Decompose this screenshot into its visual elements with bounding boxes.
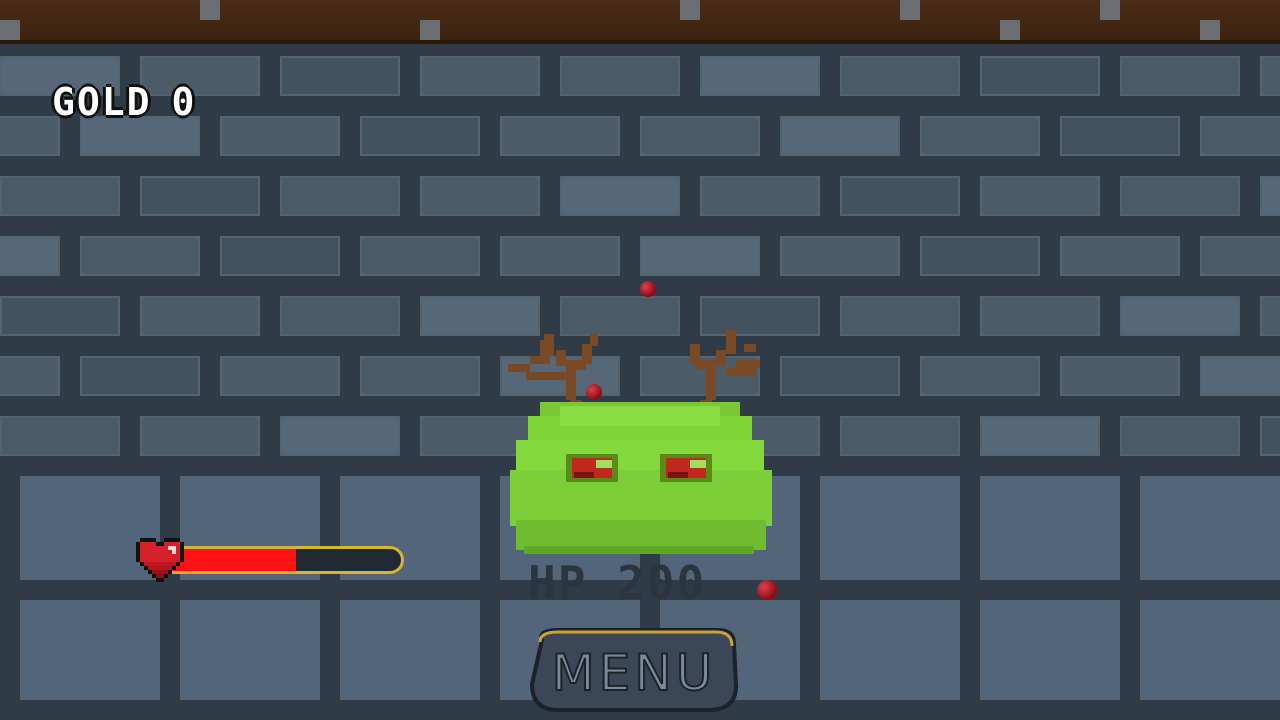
wall-brick: [80, 356, 200, 396]
wall-brick: [500, 116, 620, 156]
wall-brick: [420, 176, 540, 216]
wall-brick: [840, 296, 960, 336]
wall-brick: [140, 176, 260, 216]
gold-label: GOLD: [52, 80, 152, 124]
wooden-ceiling: [0, 0, 1280, 44]
wall-brick: [1120, 176, 1240, 216]
wall-brick: [780, 236, 900, 276]
wall-brick: [1260, 56, 1280, 96]
wall-stone: [980, 480, 1120, 580]
wall-brick: [0, 416, 120, 456]
wall-brick: [220, 116, 340, 156]
wall-brick: [700, 56, 820, 96]
wall-brick: [980, 296, 1100, 336]
wall-stone: [820, 600, 960, 700]
wall-brick: [280, 56, 400, 96]
wall-brick: [0, 176, 120, 216]
wall-brick: [360, 356, 480, 396]
antlered-slime-enemy[interactable]: [500, 320, 780, 570]
gold-counter: GOLD 0: [52, 82, 196, 122]
wall-brick: [1200, 116, 1280, 156]
wall-stone: [980, 600, 1120, 700]
wall-brick: [220, 236, 340, 276]
wall-brick: [1260, 416, 1280, 456]
game-scene: GOLD 0 HP 200 MENU: [0, 0, 1280, 720]
wall-stone: [820, 480, 960, 580]
wall-brick: [220, 356, 340, 396]
wall-brick: [280, 176, 400, 216]
wall-brick: [1060, 236, 1180, 276]
wall-brick: [360, 116, 480, 156]
wall-brick: [1260, 296, 1280, 336]
wall-brick: [980, 416, 1100, 456]
wall-brick: [1060, 116, 1180, 156]
wall-brick: [0, 296, 120, 336]
wall-brick: [0, 116, 60, 156]
heart-icon: [136, 538, 184, 582]
wall-stone: [180, 600, 320, 700]
wall-brick: [920, 236, 1040, 276]
wall-brick: [560, 56, 680, 96]
blood-drop: [640, 281, 656, 297]
wall-brick: [360, 236, 480, 276]
wall-brick: [980, 176, 1100, 216]
wall-brick: [80, 236, 200, 276]
wall-brick: [980, 56, 1100, 96]
wall-stone: [20, 600, 160, 700]
wall-brick: [1120, 296, 1240, 336]
wall-brick: [920, 116, 1040, 156]
wall-brick: [780, 116, 900, 156]
wall-brick: [0, 356, 60, 396]
wall-brick: [1060, 356, 1180, 396]
wall-brick: [640, 236, 760, 276]
player-health-bar: [136, 538, 416, 582]
wall-brick: [840, 176, 960, 216]
health-bar-fill: [167, 549, 296, 571]
wall-brick: [840, 416, 960, 456]
blood-drop: [757, 580, 777, 600]
wall-brick: [840, 56, 960, 96]
health-bar-track: [164, 546, 404, 574]
enemy-hp-label: HP 200: [528, 556, 707, 610]
wall-brick: [280, 296, 400, 336]
slime-body: [510, 402, 772, 554]
menu-button[interactable]: MENU: [528, 626, 740, 714]
wall-brick: [1120, 56, 1240, 96]
wall-brick: [780, 356, 900, 396]
wall-brick: [140, 416, 260, 456]
wall-brick: [560, 176, 680, 216]
wall-brick: [640, 116, 760, 156]
wall-brick: [1260, 176, 1280, 216]
wall-brick: [700, 176, 820, 216]
gold-value: 0: [171, 80, 197, 124]
wall-brick: [1200, 236, 1280, 276]
blood-drop: [586, 384, 602, 400]
wall-brick: [140, 296, 260, 336]
wall-brick: [420, 56, 540, 96]
wall-brick: [0, 236, 60, 276]
wall-brick: [280, 416, 400, 456]
wall-brick: [1120, 416, 1240, 456]
wall-stone: [1140, 480, 1280, 580]
wall-stone: [1140, 600, 1280, 700]
wall-brick: [500, 236, 620, 276]
wall-stone: [340, 600, 480, 700]
wall-brick: [1200, 356, 1280, 396]
wall-brick: [920, 356, 1040, 396]
menu-button-label: MENU: [551, 643, 717, 703]
